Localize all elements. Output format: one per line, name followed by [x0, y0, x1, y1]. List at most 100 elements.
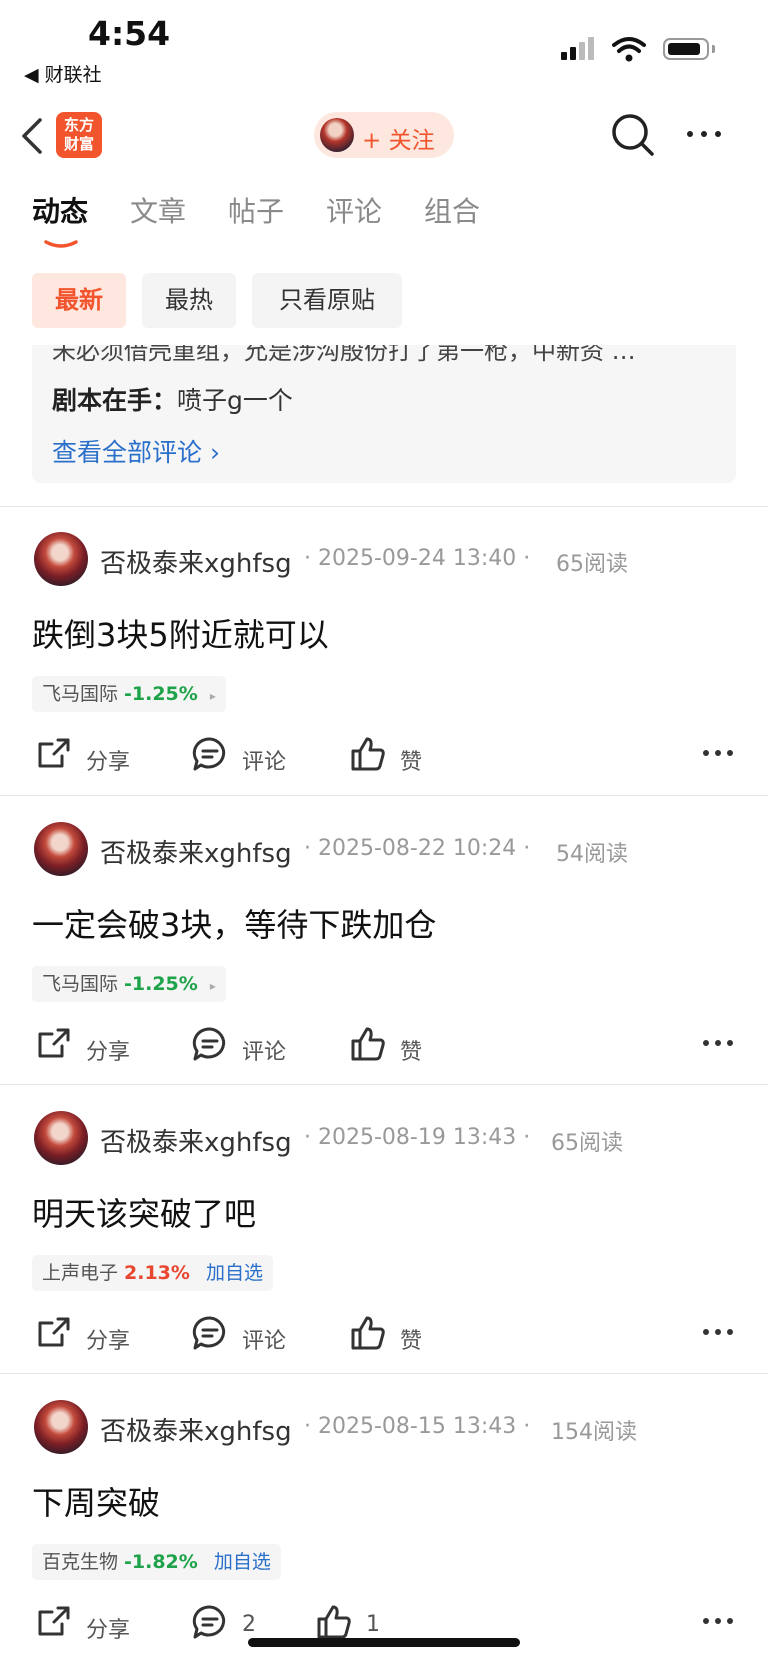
- share-icon: [38, 1606, 70, 1636]
- follow-label: + 关注: [362, 128, 435, 154]
- comment-line: 剧本在手：喷子g一个: [52, 381, 293, 417]
- post-text[interactable]: 一定会破3块，等待下跌加仓: [32, 900, 436, 946]
- stock-change: -1.82%: [124, 1551, 198, 1573]
- tab-comments[interactable]: 评论: [326, 190, 382, 230]
- post-text[interactable]: 下周突破: [32, 1478, 160, 1524]
- comment-icon: [192, 1316, 226, 1350]
- tab-articles[interactable]: 文章: [130, 190, 186, 230]
- post-author[interactable]: 否极泰来xghfsg: [100, 1122, 292, 1159]
- post-date: · 2025-08-19 13:43 ·: [304, 1125, 531, 1150]
- post-date: · 2025-08-22 10:24 ·: [304, 836, 531, 861]
- comment-author[interactable]: 剧本在手：: [52, 386, 177, 415]
- wifi-icon: [612, 37, 646, 62]
- share-label: 分享: [86, 750, 131, 775]
- back-to-app-link[interactable]: ◀ 财联社: [24, 60, 102, 87]
- more-icon[interactable]: [702, 1616, 734, 1626]
- post-card[interactable]: 否极泰来xghfsg · 2025-08-15 13:43 · 154阅读 下周…: [0, 1374, 768, 1664]
- share-label: 分享: [86, 1040, 131, 1065]
- filter-latest[interactable]: 最新: [32, 273, 126, 328]
- comment-text: 喷子g一个: [177, 386, 293, 415]
- add-to-watchlist-button[interactable]: 加自选: [206, 1262, 263, 1284]
- tab-dynamic[interactable]: 动态: [32, 190, 88, 230]
- avatar[interactable]: [34, 822, 88, 876]
- comment-count: 2: [242, 1612, 256, 1637]
- back-arrow-icon[interactable]: [18, 114, 48, 158]
- stock-name: 百克生物: [42, 1551, 119, 1573]
- more-icon[interactable]: [702, 748, 734, 758]
- post-text[interactable]: 明天该突破了吧: [32, 1189, 256, 1235]
- stock-change: -1.25%: [124, 683, 198, 705]
- share-label: 分享: [86, 1618, 131, 1643]
- stock-name: 飞马国际: [42, 683, 119, 705]
- post-card[interactable]: 否极泰来xghfsg · 2025-08-22 10:24 · 54阅读 一定会…: [0, 796, 768, 1086]
- post-reads: 65阅读: [556, 552, 628, 577]
- comment-preview-box: 未必须借壳重组，允是涉沟殷份打了第一枪，中新资 … 剧本在手：喷子g一个 查看全…: [32, 345, 736, 483]
- post-date: · 2025-09-24 13:40 ·: [304, 546, 531, 571]
- active-tab-indicator: [44, 240, 78, 248]
- post-reads: 154阅读: [551, 1420, 637, 1445]
- add-to-watchlist-button[interactable]: 加自选: [214, 1551, 271, 1573]
- share-icon: [38, 1317, 70, 1347]
- status-bar: 4:54 ◀ 财联社: [0, 0, 768, 92]
- avatar[interactable]: [34, 1400, 88, 1454]
- comment-count: 评论: [242, 750, 287, 775]
- share-icon: [38, 738, 70, 768]
- comment-icon: [192, 1027, 226, 1061]
- post-author[interactable]: 否极泰来xghfsg: [100, 543, 292, 580]
- comment-icon: [192, 1605, 226, 1639]
- stock-tag[interactable]: 飞马国际 -1.25% ▸: [32, 966, 226, 1002]
- post-card[interactable]: 否极泰来xghfsg · 2025-09-24 13:40 · 65阅读 跌倒3…: [0, 506, 768, 796]
- comment-clipped-line: 未必须借壳重组，允是涉沟殷份打了第一枪，中新资 …: [52, 345, 636, 365]
- stock-name: 上声电子: [42, 1262, 119, 1284]
- status-time: 4:54: [88, 14, 171, 53]
- avatar[interactable]: [34, 1111, 88, 1165]
- like-count: 赞: [400, 750, 423, 775]
- post-reads: 54阅读: [556, 842, 628, 867]
- thumbs-up-icon: [351, 1316, 385, 1350]
- post-text[interactable]: 跌倒3块5附近就可以: [32, 610, 329, 656]
- tab-posts[interactable]: 帖子: [228, 190, 284, 230]
- thumbs-up-icon: [317, 1605, 351, 1639]
- like-count: 赞: [400, 1329, 423, 1354]
- follow-button[interactable]: + 关注: [314, 112, 454, 158]
- home-indicator[interactable]: [248, 1638, 520, 1647]
- more-icon[interactable]: [702, 1327, 734, 1337]
- stock-name: 飞马国际: [42, 973, 119, 995]
- app-logo: 东方 财富: [56, 112, 102, 158]
- avatar: [320, 118, 354, 152]
- tab-portfolio[interactable]: 组合: [424, 190, 480, 230]
- more-icon[interactable]: [702, 1038, 734, 1048]
- post-card[interactable]: 否极泰来xghfsg · 2025-08-19 13:43 · 65阅读 明天该…: [0, 1085, 768, 1375]
- share-icon: [38, 1028, 70, 1058]
- avatar[interactable]: [34, 532, 88, 586]
- comment-count: 评论: [242, 1329, 287, 1354]
- top-nav-bar: 东方 财富 + 关注: [0, 100, 768, 172]
- stock-tag[interactable]: 百克生物 -1.82% 加自选: [32, 1544, 281, 1580]
- thumbs-up-icon: [351, 1027, 385, 1061]
- post-date: · 2025-08-15 13:43 ·: [304, 1414, 531, 1439]
- app-logo-line2: 财富: [63, 135, 94, 153]
- like-count: 赞: [400, 1040, 423, 1065]
- app-logo-line1: 东方: [63, 116, 94, 134]
- stock-tag-arrow-icon: ▸: [209, 689, 216, 703]
- stock-change: -1.25%: [124, 973, 198, 995]
- search-icon[interactable]: [610, 112, 656, 158]
- post-author[interactable]: 否极泰来xghfsg: [100, 833, 292, 870]
- stock-change: 2.13%: [124, 1262, 190, 1284]
- like-count: 1: [366, 1612, 380, 1637]
- more-icon[interactable]: [684, 124, 724, 144]
- view-all-comments-link[interactable]: 查看全部评论 ›: [52, 433, 220, 469]
- stock-tag[interactable]: 上声电子 2.13% 加自选: [32, 1255, 273, 1291]
- stock-tag[interactable]: 飞马国际 -1.25% ▸: [32, 676, 226, 712]
- post-reads: 65阅读: [551, 1131, 623, 1156]
- filter-original-only[interactable]: 只看原贴: [252, 273, 402, 328]
- battery-icon: [663, 38, 709, 60]
- comment-count: 评论: [242, 1040, 287, 1065]
- share-label: 分享: [86, 1329, 131, 1354]
- filter-hot[interactable]: 最热: [142, 273, 236, 328]
- thumbs-up-icon: [351, 737, 385, 771]
- post-author[interactable]: 否极泰来xghfsg: [100, 1411, 292, 1448]
- comment-icon: [192, 737, 226, 771]
- stock-tag-arrow-icon: ▸: [209, 979, 216, 993]
- profile-tabs: 动态 文章 帖子 评论 组合: [0, 190, 768, 250]
